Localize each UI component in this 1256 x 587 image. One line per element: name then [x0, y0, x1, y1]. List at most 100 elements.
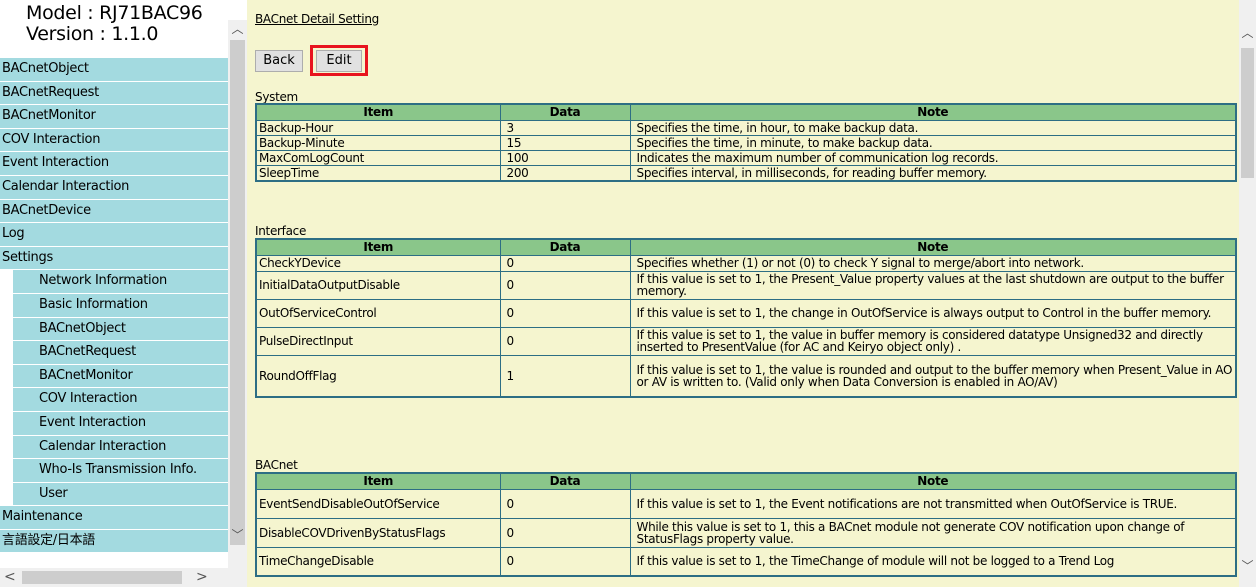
table-row: DisableCOVDrivenByStatusFlags 0 While this…: [255, 517, 1237, 548]
column-header-data: Data: [499, 238, 631, 256]
cell-data: 15: [499, 134, 631, 151]
column-header-item: Item: [255, 238, 501, 256]
cell-data: 1: [499, 354, 631, 398]
cell-item: CheckYDevice: [255, 254, 501, 272]
cell-data: 100: [499, 149, 631, 166]
scroll-left-icon[interactable]: <: [4, 568, 16, 587]
back-button[interactable]: Back: [255, 50, 303, 72]
cell-data: 0: [499, 517, 631, 548]
scroll-thumb[interactable]: [1241, 48, 1254, 178]
version-label: Version : 1.1.0: [26, 23, 159, 45]
edit-button[interactable]: Edit: [316, 50, 362, 72]
cell-note: If this value is set to 1, the Present_V…: [629, 270, 1237, 300]
scroll-down-icon[interactable]: ﹀: [1239, 557, 1256, 574]
scroll-down-icon[interactable]: ﹀: [228, 526, 247, 546]
settings-table: Item Data Note CheckYDevice 0 Specifies wheth…: [255, 238, 1237, 398]
column-header-item: Item: [255, 472, 501, 490]
menu-item-bacnetdevice[interactable]: BACnetDevice: [0, 199, 228, 224]
menu-item-[interactable]: 言語設定/日本語: [0, 529, 228, 554]
menu-item-bacnetobject[interactable]: BACnetObject: [0, 58, 228, 82]
menu-item-settings[interactable]: Settings: [0, 246, 228, 271]
left-horizontal-scrollbar[interactable]: < >: [0, 568, 247, 587]
cell-data: 0: [499, 254, 631, 272]
cell-item: EventSendDisableOutOfService: [255, 488, 501, 519]
column-header-data: Data: [499, 103, 631, 121]
scroll-thumb[interactable]: [230, 40, 245, 545]
column-header-note: Note: [629, 238, 1237, 256]
cell-note: While this value is set to 1, this a BAC…: [629, 517, 1237, 548]
submenu-item-calendar-interaction[interactable]: Calendar Interaction: [12, 435, 228, 460]
settings-table: Item Data Note Backup-Hour 3 Specifies the ti…: [255, 103, 1237, 182]
cell-data: 0: [499, 270, 631, 300]
scroll-up-icon[interactable]: ︿: [228, 20, 247, 40]
table-row: PulseDirectInput 0 If this value is set to…: [255, 326, 1237, 356]
cell-item: InitialDataOutputDisable: [255, 270, 501, 300]
left-navigation-frame: Model : RJ71BAC96 Version : 1.1.0 BACnet…: [0, 0, 247, 587]
model-label: Model : RJ71BAC96: [26, 2, 203, 24]
cell-note: If this value is set to 1, the Event not…: [629, 488, 1237, 519]
cell-item: MaxComLogCount: [255, 149, 501, 166]
cell-item: TimeChangeDisable: [255, 546, 501, 577]
cell-item: Backup-Minute: [255, 134, 501, 151]
submenu-item-basic-information[interactable]: Basic Information: [12, 293, 228, 318]
right-vertical-scrollbar[interactable]: [1239, 0, 1256, 587]
table-row: MaxComLogCount 100 Indicates the maximum n…: [255, 149, 1237, 166]
cell-data: 0: [499, 298, 631, 328]
submenu-item-bacnetrequest[interactable]: BACnetRequest: [12, 341, 228, 365]
table-row: Backup-Hour 3 Specifies the time, in hour,…: [255, 119, 1237, 136]
cell-data: 200: [499, 164, 631, 182]
submenu-item-bacnetmonitor[interactable]: BACnetMonitor: [12, 364, 228, 389]
left-vertical-scrollbar[interactable]: [228, 20, 247, 568]
cell-note: Specifies interval, in milliseconds, for…: [629, 164, 1237, 182]
cell-note: If this value is set to 1, the change in…: [629, 298, 1237, 328]
section-label: Interface: [255, 224, 307, 238]
cell-item: RoundOffFlag: [255, 354, 501, 398]
cell-note: Specifies the time, in minute, to make b…: [629, 134, 1237, 151]
menu-item-cov-interaction[interactable]: COV Interaction: [0, 128, 228, 153]
cell-item: PulseDirectInput: [255, 326, 501, 356]
menu-item-log[interactable]: Log: [0, 223, 228, 247]
cell-data: 0: [499, 546, 631, 577]
cell-note: Indicates the maximum number of communic…: [629, 149, 1237, 166]
section-label: System: [255, 90, 298, 104]
column-header-note: Note: [629, 472, 1237, 490]
menu-item-event-interaction[interactable]: Event Interaction: [0, 152, 228, 176]
table-row: SleepTime 200 Specifies interval, in milli…: [255, 164, 1237, 182]
scroll-up-icon[interactable]: ︿: [1239, 24, 1256, 41]
column-header-item: Item: [255, 103, 501, 121]
cell-note: Specifies the time, in hour, to make bac…: [629, 119, 1237, 136]
menu-item-calendar-interaction[interactable]: Calendar Interaction: [0, 175, 228, 200]
submenu-item-bacnetobject[interactable]: BACnetObject: [12, 317, 228, 342]
menu-item-bacnetmonitor[interactable]: BACnetMonitor: [0, 105, 228, 129]
scroll-right-icon[interactable]: >: [196, 568, 208, 587]
nav-menu: BACnetObject BACnetRequest BACnetMonitor CO…: [0, 58, 228, 554]
settings-table: Item Data Note EventSendDisableOutOfService…: [255, 472, 1237, 577]
table-row: TimeChangeDisable 0 If this value is set t…: [255, 546, 1237, 577]
menu-item-maintenance[interactable]: Maintenance: [0, 506, 228, 530]
table-row: Backup-Minute 15 Specifies the time, in mi…: [255, 134, 1237, 151]
submenu-item-cov-interaction[interactable]: COV Interaction: [12, 388, 228, 412]
cell-item: Backup-Hour: [255, 119, 501, 136]
table-row: OutOfServiceControl 0 If this value is set…: [255, 298, 1237, 328]
cell-data: 0: [499, 326, 631, 356]
cell-note: Specifies whether (1) or not (0) to chec…: [629, 254, 1237, 272]
page-title-link[interactable]: BACnet Detail Setting: [255, 12, 379, 26]
table-row: CheckYDevice 0 Specifies whether (1) or no…: [255, 254, 1237, 272]
cell-note: If this value is set to 1, the value is …: [629, 354, 1237, 398]
table-header-row: Item Data Note: [255, 472, 1237, 490]
submenu-item-user[interactable]: User: [12, 482, 228, 507]
detail-frame: BACnet Detail Setting Back Edit System It…: [247, 0, 1256, 587]
submenu-item-network-information[interactable]: Network Information: [12, 270, 228, 294]
cell-item: DisableCOVDrivenByStatusFlags: [255, 517, 501, 548]
submenu-item-event-interaction[interactable]: Event Interaction: [12, 411, 228, 436]
cell-item: OutOfServiceControl: [255, 298, 501, 328]
section-label: BACnet: [255, 458, 298, 472]
cell-note: If this value is set to 1, the TimeChang…: [629, 546, 1237, 577]
scroll-thumb[interactable]: [22, 571, 182, 584]
menu-item-bacnetrequest[interactable]: BACnetRequest: [0, 81, 228, 106]
cell-item: SleepTime: [255, 164, 501, 182]
cell-note: If this value is set to 1, the value in …: [629, 326, 1237, 356]
submenu-item-who-is-transmission-info[interactable]: Who-Is Transmission Info.: [12, 459, 228, 483]
cell-data: 3: [499, 119, 631, 136]
model-header: Model : RJ71BAC96 Version : 1.1.0: [0, 0, 228, 58]
